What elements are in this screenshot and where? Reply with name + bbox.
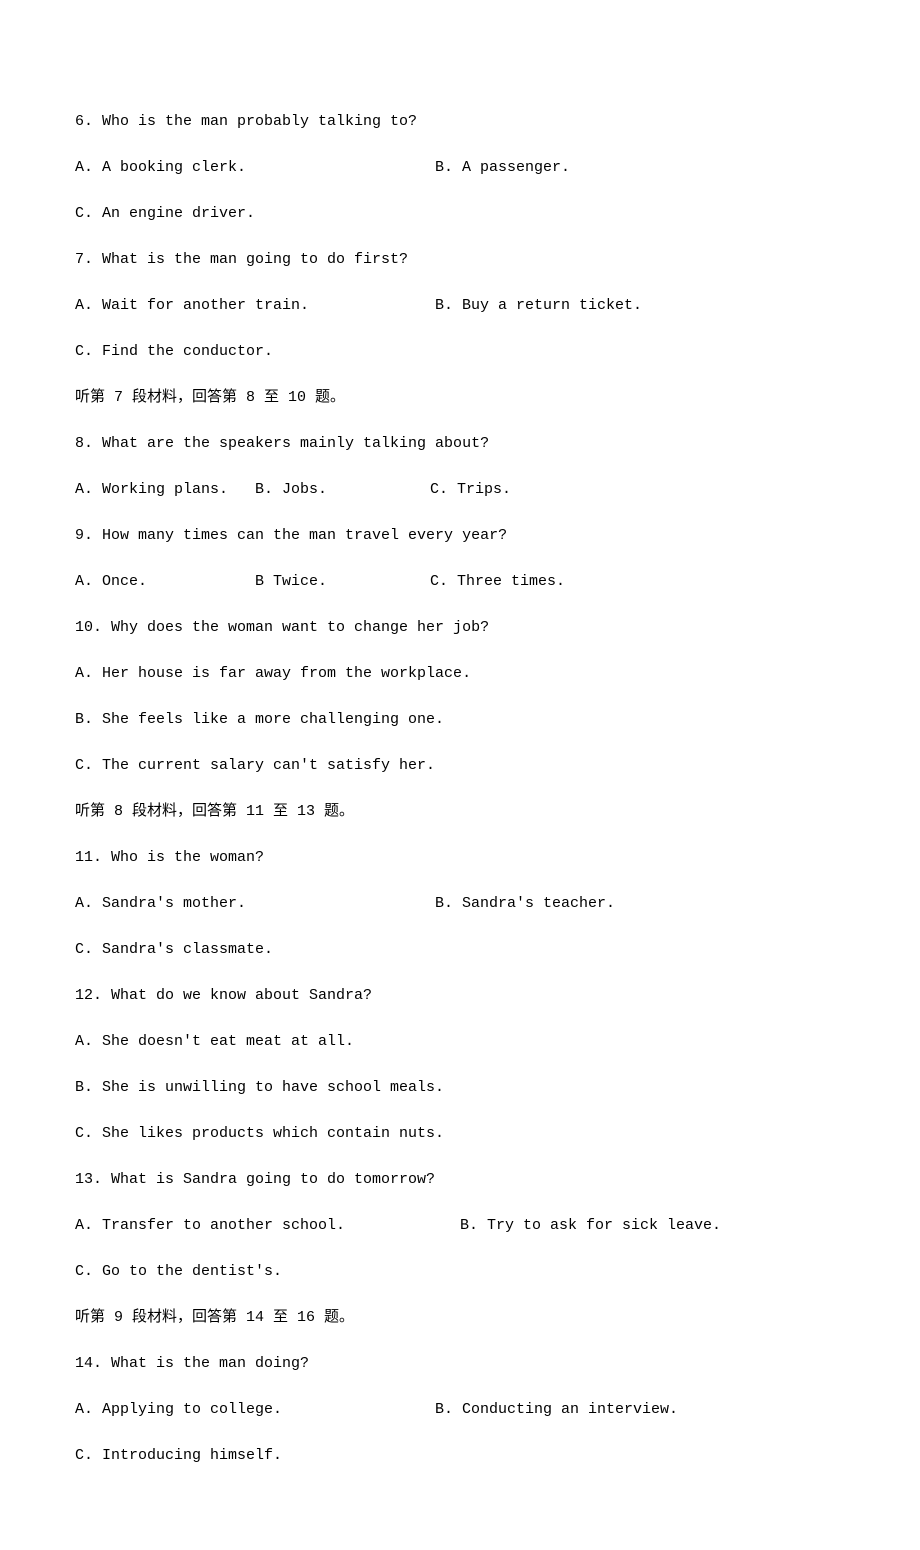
question-7-option-a: A. Wait for another train. (75, 294, 435, 318)
question-14-option-b: B. Conducting an interview. (435, 1398, 678, 1422)
question-8-option-b: B. Jobs. (255, 478, 430, 502)
question-7-options-row: A. Wait for another train. B. Buy a retu… (75, 294, 845, 318)
question-9-text: 9. How many times can the man travel eve… (75, 524, 845, 548)
question-8-option-a: A. Working plans. (75, 478, 255, 502)
question-11-text: 11. Who is the woman? (75, 846, 845, 870)
question-13-option-a: A. Transfer to another school. (75, 1214, 460, 1238)
question-11-option-b: B. Sandra's teacher. (435, 892, 615, 916)
question-12-option-c: C. She likes products which contain nuts… (75, 1122, 845, 1146)
question-11-option-c: C. Sandra's classmate. (75, 938, 845, 962)
question-10-option-a: A. Her house is far away from the workpl… (75, 662, 845, 686)
section-8-note: 听第 8 段材料，回答第 11 至 13 题。 (75, 800, 845, 824)
question-6-option-c: C. An engine driver. (75, 202, 845, 226)
question-10-text: 10. Why does the woman want to change he… (75, 616, 845, 640)
question-8-text: 8. What are the speakers mainly talking … (75, 432, 845, 456)
question-14-options-row: A. Applying to college. B. Conducting an… (75, 1398, 845, 1422)
question-11-option-a: A. Sandra's mother. (75, 892, 435, 916)
question-14-option-c: C. Introducing himself. (75, 1444, 845, 1468)
question-7-option-b: B. Buy a return ticket. (435, 294, 642, 318)
question-8-options-row: A. Working plans. B. Jobs. C. Trips. (75, 478, 845, 502)
question-8-option-c: C. Trips. (430, 478, 845, 502)
question-9-option-b: B Twice. (255, 570, 430, 594)
question-13-option-c: C. Go to the dentist's. (75, 1260, 845, 1284)
question-13-options-row: A. Transfer to another school. B. Try to… (75, 1214, 845, 1238)
question-7-text: 7. What is the man going to do first? (75, 248, 845, 272)
question-7-option-c: C. Find the conductor. (75, 340, 845, 364)
question-6-text: 6. Who is the man probably talking to? (75, 110, 845, 134)
question-9-option-a: A. Once. (75, 570, 255, 594)
question-12-option-a: A. She doesn't eat meat at all. (75, 1030, 845, 1054)
question-13-option-b: B. Try to ask for sick leave. (460, 1214, 845, 1238)
question-11-options-row: A. Sandra's mother. B. Sandra's teacher. (75, 892, 845, 916)
question-13-text: 13. What is Sandra going to do tomorrow? (75, 1168, 845, 1192)
question-10-option-c: C. The current salary can't satisfy her. (75, 754, 845, 778)
question-10-option-b: B. She feels like a more challenging one… (75, 708, 845, 732)
question-6-options-row: A. A booking clerk. B. A passenger. (75, 156, 845, 180)
question-6-option-a: A. A booking clerk. (75, 156, 435, 180)
question-12-text: 12. What do we know about Sandra? (75, 984, 845, 1008)
question-14-option-a: A. Applying to college. (75, 1398, 435, 1422)
question-9-option-c: C. Three times. (430, 570, 845, 594)
question-9-options-row: A. Once. B Twice. C. Three times. (75, 570, 845, 594)
question-6-option-b: B. A passenger. (435, 156, 570, 180)
question-14-text: 14. What is the man doing? (75, 1352, 845, 1376)
section-9-note: 听第 9 段材料，回答第 14 至 16 题。 (75, 1306, 845, 1330)
question-12-option-b: B. She is unwilling to have school meals… (75, 1076, 845, 1100)
section-7-note: 听第 7 段材料，回答第 8 至 10 题。 (75, 386, 845, 410)
